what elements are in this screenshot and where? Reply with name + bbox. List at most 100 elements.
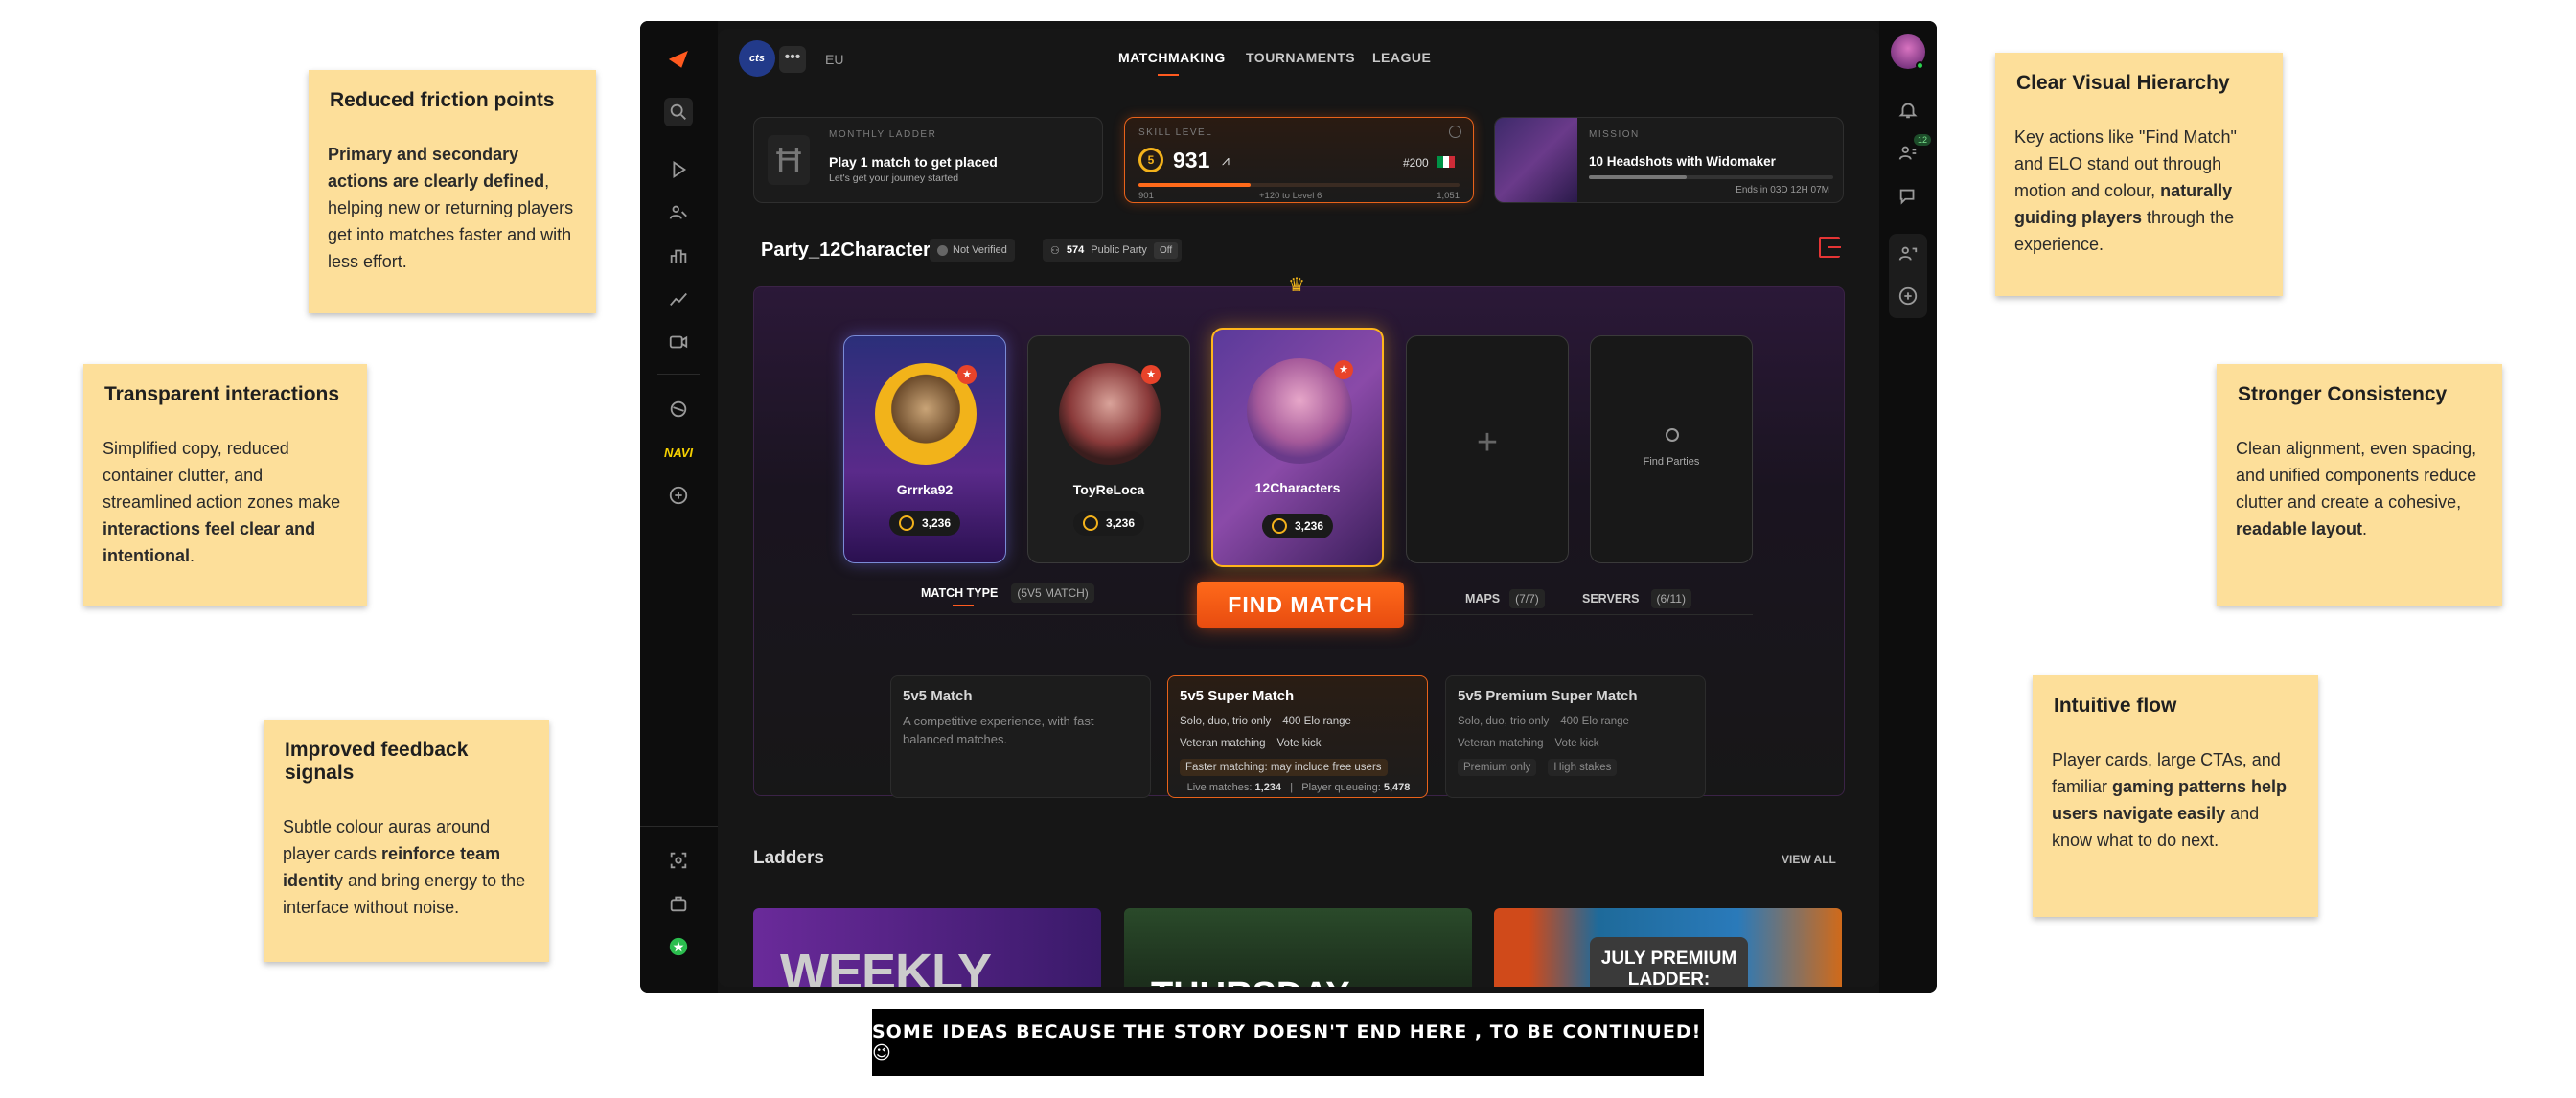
mode-feature-highlight: Faster matching: may include free users xyxy=(1180,759,1388,776)
add-party-icon[interactable] xyxy=(1894,282,1922,310)
ladders-title: Ladders xyxy=(753,848,824,868)
crown-icon: ♛ xyxy=(1288,275,1305,296)
inventory-icon[interactable] xyxy=(664,889,693,918)
search-icon[interactable] xyxy=(664,98,693,126)
public-toggle[interactable]: Off xyxy=(1153,241,1179,259)
mission-ends: Ends in 03D 12H 07M xyxy=(1736,185,1829,195)
note-flow: Intuitive flow Player cards, large CTAs,… xyxy=(2033,675,2318,917)
skill-mid: +120 to Level 6 xyxy=(1259,191,1322,201)
add-icon[interactable] xyxy=(664,481,693,510)
party-settings[interactable]: ⚇ 574 Public Party Off xyxy=(1043,239,1183,262)
mode-title: 5v5 Premium Super Match xyxy=(1458,688,1638,704)
monthly-ladder-card[interactable]: Ħ MONTHLY LADDER Play 1 match to get pla… xyxy=(753,117,1103,203)
mode-feature: Solo, duo, trio only xyxy=(1458,716,1550,727)
region-label[interactable]: EU xyxy=(825,52,843,67)
leaderboard-icon[interactable] xyxy=(664,241,693,270)
mode-feature: Vote kick xyxy=(1276,738,1322,749)
brand-logo-icon[interactable] xyxy=(664,45,693,74)
mode-feature: Solo, duo, trio only xyxy=(1180,716,1272,727)
chat-icon[interactable] xyxy=(1894,182,1922,211)
mission-card[interactable]: MISSION 10 Headshots with Widomaker Ends… xyxy=(1494,117,1844,203)
tab-matchmaking[interactable]: MATCHMAKING xyxy=(1118,50,1226,65)
note-transparent: Transparent interactions Simplified copy… xyxy=(83,364,367,606)
video-icon[interactable] xyxy=(664,328,693,356)
mission-title: 10 Headshots with Widomaker xyxy=(1589,154,1776,169)
footer-banner: SOME IDEAS BECAUSE THE STORY DOESN'T END… xyxy=(872,1009,1704,1076)
more-button[interactable]: ••• xyxy=(779,46,806,73)
note-hierarchy: Clear Visual Hierarchy Key actions like … xyxy=(1995,53,2283,296)
mission-image xyxy=(1495,118,1577,202)
player-card[interactable]: ★ ToyReLoca 3,236 xyxy=(1027,335,1190,563)
mode-desc: A competitive experience, with fast bala… xyxy=(903,714,1094,746)
check-icon xyxy=(937,244,948,256)
maps-control[interactable]: MAPS (7/7) xyxy=(1465,589,1545,608)
progress-track xyxy=(1138,183,1460,187)
ladder-card-thursday[interactable]: THURSDAY xyxy=(1124,908,1472,987)
mode-card-selected[interactable]: 5v5 Super Match Solo, duo, trio only 400 … xyxy=(1167,675,1428,798)
note-body: Simplified copy, reduced container clutt… xyxy=(103,439,341,565)
ladder-card-premium[interactable]: JULY PREMIUM LADDER: xyxy=(1494,908,1842,987)
rank-badge-icon: ★ xyxy=(1141,365,1161,384)
users-icon: ⚇ xyxy=(1050,244,1060,257)
player-card[interactable]: ★ Grrrka92 3,236 xyxy=(843,335,1006,563)
queue-stats: Live matches: 1,234 | Player queueing: 5… xyxy=(1186,782,1411,793)
play-icon[interactable] xyxy=(664,155,693,184)
player-name: ToyReLoca xyxy=(1072,482,1145,497)
left-sidebar: NAVI xyxy=(640,21,718,993)
ladder-card-title: JULY PREMIUM LADDER: xyxy=(1600,949,1737,987)
ladder-title: Play 1 match to get placed xyxy=(829,154,998,170)
ladder-card-title: THURSDAY xyxy=(1151,975,1350,987)
navi-logo-icon[interactable]: NAVI xyxy=(664,438,693,467)
info-icon[interactable] xyxy=(1449,126,1461,138)
find-match-button[interactable]: FIND MATCH xyxy=(1197,582,1404,628)
rank-value: #200 xyxy=(1403,156,1429,170)
note-friction: Reduced friction points Primary and seco… xyxy=(309,70,596,313)
note-body: Primary and secondary actions are clearl… xyxy=(328,145,574,271)
plus-icon: + xyxy=(1476,423,1499,463)
mode-card[interactable]: 5v5 Match A competitive experience, with… xyxy=(890,675,1151,798)
view-all-link[interactable]: VIEW ALL xyxy=(1782,853,1836,866)
player-card[interactable]: ★ 12Characters 3,236 xyxy=(1211,328,1384,567)
note-body: Clean alignment, even spacing, and unifi… xyxy=(2236,439,2477,538)
app-window: NAVI 12 cts ••• EU MATCHMAKING TOURNAMEN… xyxy=(640,21,1937,993)
party-icon[interactable] xyxy=(1894,240,1922,268)
mode-feature: Veteran matching xyxy=(1458,738,1544,749)
mode-title: 5v5 Super Match xyxy=(1180,688,1295,704)
notification-bell-icon[interactable] xyxy=(1894,96,1922,125)
skill-label: SKILL LEVEL xyxy=(1138,127,1213,138)
main-panel: cts ••• EU MATCHMAKING TOURNAMENTS LEAGU… xyxy=(718,29,1879,987)
online-dot xyxy=(1916,61,1924,70)
tab-league[interactable]: LEAGUE xyxy=(1372,50,1431,65)
mode-feature: Veteran matching xyxy=(1180,738,1266,749)
stats-icon[interactable] xyxy=(664,285,693,313)
team-icon[interactable] xyxy=(664,198,693,227)
match-type-indicator xyxy=(953,605,974,606)
note-body: Key actions like "Find Match" and ELO st… xyxy=(2014,127,2237,254)
servers-control[interactable]: SERVERS (6/11) xyxy=(1582,589,1691,608)
mode-card[interactable]: 5v5 Premium Super Match Solo, duo, trio … xyxy=(1445,675,1706,798)
status-online-icon[interactable] xyxy=(664,932,693,961)
mission-label: MISSION xyxy=(1589,129,1640,140)
mission-progress xyxy=(1589,175,1833,179)
org-logo[interactable]: cts xyxy=(739,40,775,77)
progress-fill xyxy=(1138,183,1252,187)
player-name: 12Characters xyxy=(1254,480,1341,495)
party-name: Party_12Characters xyxy=(761,240,941,261)
screenshot-icon[interactable] xyxy=(664,846,693,875)
tab-tournaments[interactable]: TOURNAMENTS xyxy=(1246,50,1355,65)
elo-icon xyxy=(1082,515,1098,531)
find-parties-label: Find Parties xyxy=(1643,456,1700,468)
leave-party-icon[interactable] xyxy=(1819,237,1841,258)
note-body: Player cards, large CTAs, and familiar g… xyxy=(2052,750,2288,850)
game-logo-icon[interactable] xyxy=(664,395,693,423)
invite-slot[interactable]: + xyxy=(1406,335,1569,563)
mode-feature: 400 Elo range xyxy=(1282,716,1351,727)
verification-badge[interactable]: Not Verified xyxy=(930,239,1015,262)
note-title: Clear Visual Hierarchy xyxy=(2016,72,2230,94)
ladder-card-weekly[interactable]: WEEKLY xyxy=(753,908,1101,987)
note-title: Stronger Consistency xyxy=(2238,383,2448,405)
find-parties-slot[interactable]: Find Parties xyxy=(1590,335,1753,563)
skill-level-card[interactable]: SKILL LEVEL 5 931 ⩘ #200 901 +120 to Lev… xyxy=(1124,117,1474,203)
elo-icon xyxy=(1271,518,1287,534)
match-type-control[interactable]: MATCH TYPE (5V5 MATCH) xyxy=(921,583,1094,603)
